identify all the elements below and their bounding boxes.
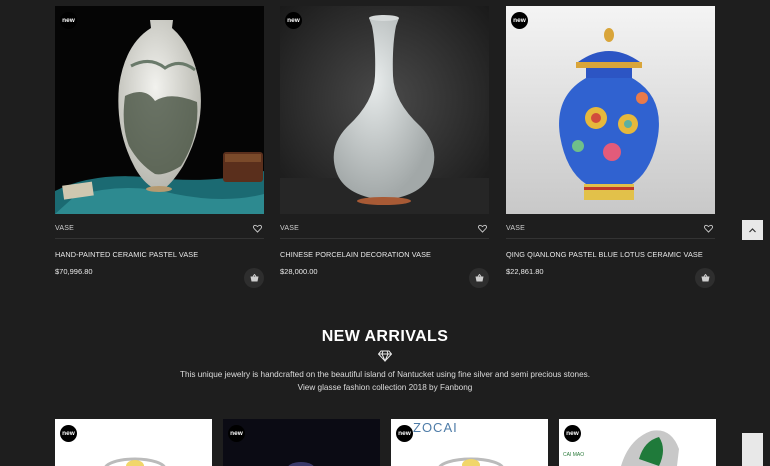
product-image[interactable]: new (506, 6, 715, 214)
product-category[interactable]: VASE (280, 225, 299, 232)
product-image[interactable]: new (280, 6, 489, 214)
divider (280, 238, 489, 239)
new-badge: new (60, 12, 77, 29)
new-badge: new (228, 425, 245, 442)
heart-icon[interactable] (253, 224, 262, 233)
add-to-cart-button[interactable] (244, 268, 264, 288)
chevron-up-icon (749, 227, 756, 232)
heart-icon[interactable] (704, 224, 713, 233)
add-to-cart-button[interactable] (695, 268, 715, 288)
product-card[interactable]: new VASE HAND-PAINTED CERAMIC PASTEL VAS… (55, 6, 264, 288)
heart-icon[interactable] (478, 224, 487, 233)
product-category[interactable]: VASE (506, 225, 525, 232)
product-category[interactable]: VASE (55, 225, 74, 232)
divider (506, 238, 715, 239)
product-image[interactable]: new (55, 6, 264, 214)
product-price: $28,000.00 (280, 267, 318, 276)
new-badge: new (60, 425, 77, 442)
basket-icon (250, 274, 258, 282)
section-description: This unique jewelry is handcrafted on th… (179, 370, 591, 379)
arrival-card[interactable]: ZOCAI new (391, 419, 548, 466)
new-badge: new (285, 12, 302, 29)
brand-logo: ZOCAI (413, 420, 458, 435)
new-badge: new (396, 425, 413, 442)
product-price: $70,996.80 (55, 267, 93, 276)
product-price: $22,861.80 (506, 267, 544, 276)
arrival-card[interactable]: new (223, 419, 380, 466)
brand-logo: CAI MAO (563, 452, 585, 458)
basket-icon (701, 274, 709, 282)
product-name[interactable]: CHINESE PORCELAIN DECORATION VASE (280, 250, 431, 259)
product-card[interactable]: new VASE QING QIANLONG PASTEL BLUE LOTUS… (506, 6, 715, 288)
basket-icon (475, 274, 483, 282)
arrival-card[interactable]: CAI MAO new (559, 419, 716, 466)
add-to-cart-button[interactable] (469, 268, 489, 288)
product-name[interactable]: HAND-PAINTED CERAMIC PASTEL VASE (55, 250, 198, 259)
divider (55, 238, 264, 239)
product-name[interactable]: QING QIANLONG PASTEL BLUE LOTUS CERAMIC … (506, 250, 703, 259)
new-badge: new (564, 425, 581, 442)
arrival-card[interactable]: new (55, 419, 212, 466)
section-description: View glasse fashion collection 2018 by F… (297, 383, 473, 392)
back-to-top-button[interactable] (742, 220, 763, 240)
section-title: NEW ARRIVALS (321, 328, 449, 345)
product-card[interactable]: new VASE CHINESE PORCELAIN DECORATION VA… (280, 6, 489, 288)
scroll-button[interactable] (742, 433, 763, 466)
new-badge: new (511, 12, 528, 29)
diamond-icon (378, 350, 392, 362)
